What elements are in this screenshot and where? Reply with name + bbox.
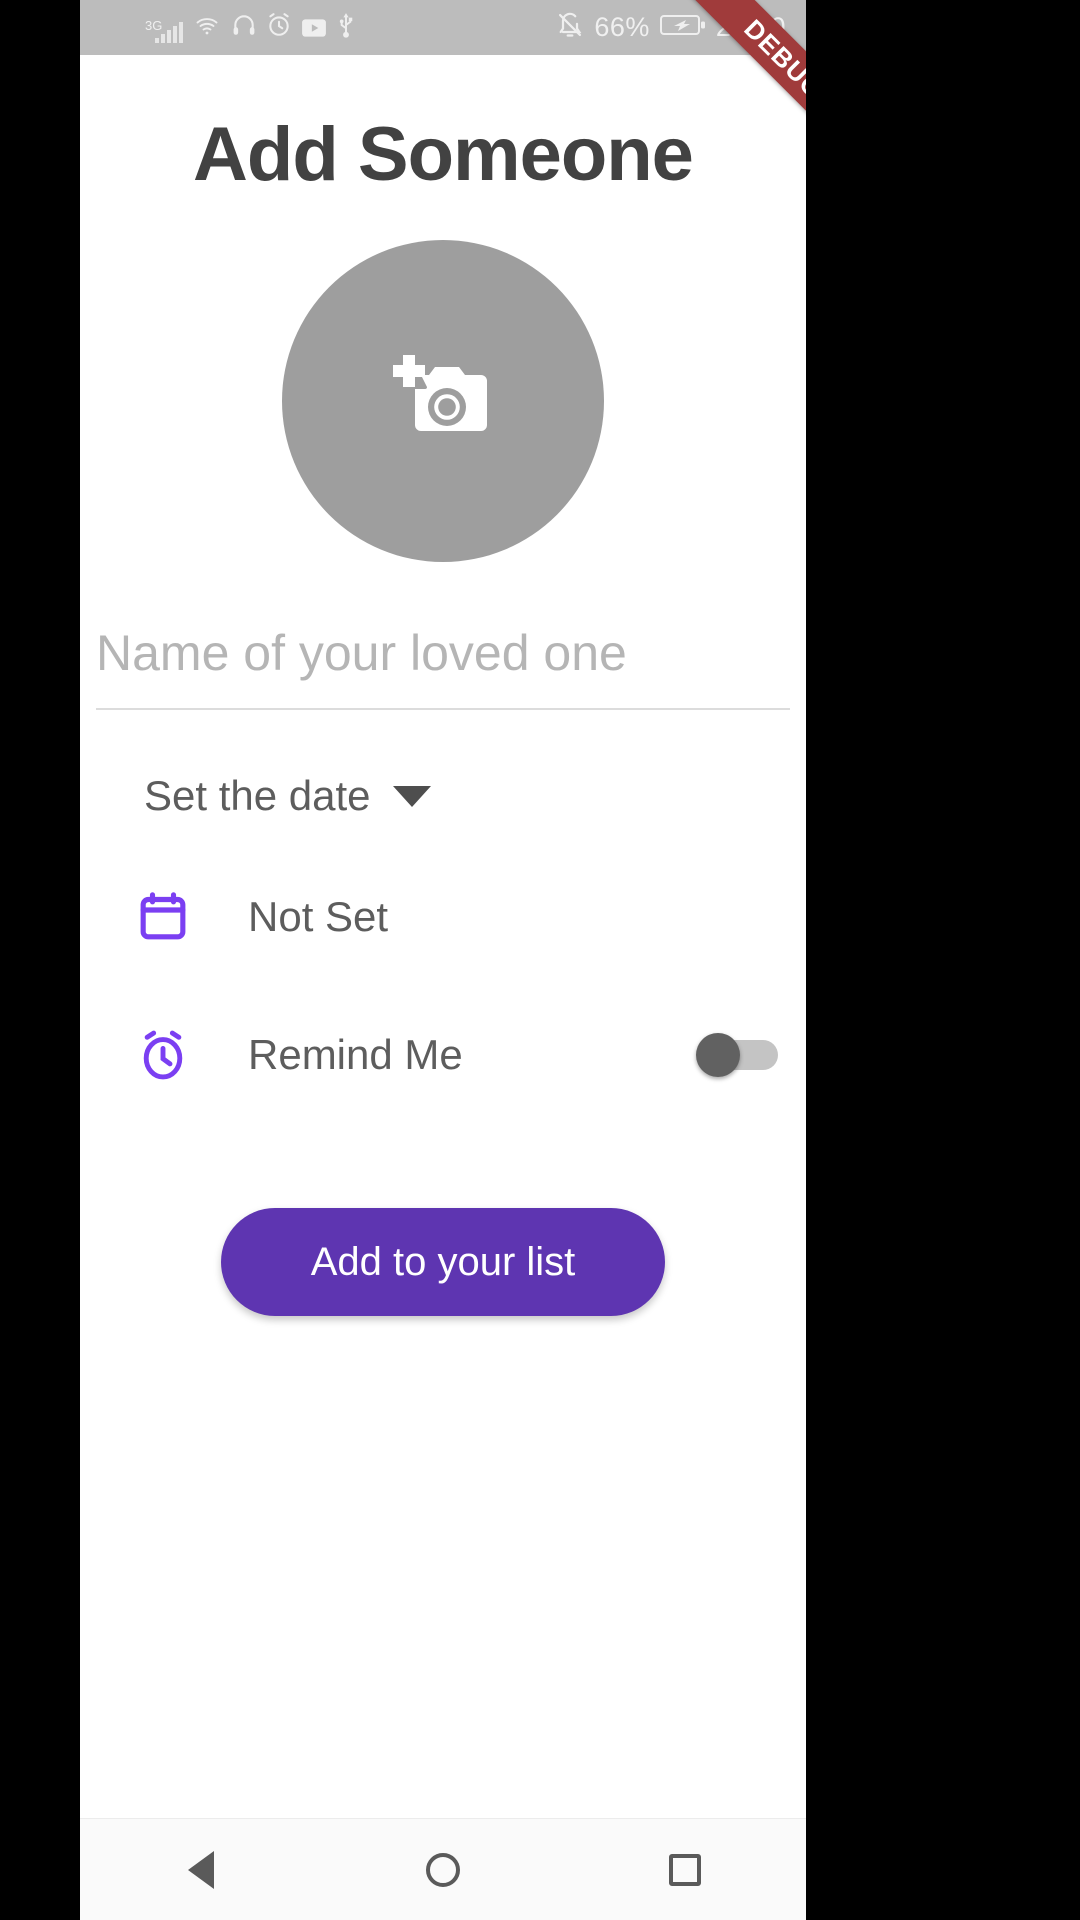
alarm-icon (266, 12, 292, 43)
nav-back-button[interactable] (141, 1819, 261, 1920)
status-bar: 3G 66% 21:20 (80, 0, 806, 55)
chevron-down-icon (392, 785, 431, 807)
back-icon (188, 1850, 214, 1889)
remind-me-toggle[interactable] (696, 1033, 778, 1077)
youtube-icon (301, 18, 327, 43)
avatar-section (80, 240, 806, 562)
cta-section: Add to your list (80, 1208, 806, 1316)
date-value-label: Not Set (248, 893, 389, 940)
headphones-icon (231, 12, 257, 43)
calendar-icon (120, 889, 206, 945)
clock-label: 21:20 (715, 12, 786, 42)
home-icon (426, 1852, 460, 1887)
android-nav-bar (80, 1818, 806, 1920)
phone-screen: 3G 66% 21:20 DEBUG Add Someone Name of y… (80, 0, 806, 1920)
page-title: Add Someone (193, 112, 694, 197)
avatar-photo-picker[interactable] (282, 240, 604, 562)
date-select-dropdown[interactable]: Set the date (80, 772, 806, 820)
name-field-wrapper (96, 618, 790, 710)
status-bar-right-icons: 66% 21:20 (556, 11, 790, 44)
add-to-list-button[interactable]: Add to your list (220, 1208, 666, 1316)
recents-icon (669, 1853, 701, 1886)
network-type-label: 3G (145, 18, 163, 33)
remind-me-label: Remind Me (248, 1031, 463, 1078)
usb-icon (336, 12, 356, 43)
date-select-label: Set the date (144, 772, 371, 819)
battery-percent-label: 66% (594, 12, 650, 42)
wifi-icon (192, 14, 222, 43)
signal-bars-icon: 3G (145, 18, 183, 43)
bell-off-icon (556, 11, 584, 44)
remind-me-row[interactable]: Remind Me (80, 1014, 806, 1096)
toggle-knob (696, 1033, 740, 1077)
alarm-clock-icon (120, 1027, 206, 1083)
battery-charging-icon (659, 13, 706, 42)
add-a-photo-icon (389, 351, 497, 452)
status-bar-left-icons: 3G (96, 12, 356, 43)
main-content: Add Someone Se (80, 111, 806, 1551)
date-value-row[interactable]: Not Set (80, 876, 806, 958)
nav-home-button[interactable] (383, 1819, 503, 1920)
name-input[interactable] (96, 618, 790, 690)
nav-recents-button[interactable] (625, 1819, 745, 1920)
